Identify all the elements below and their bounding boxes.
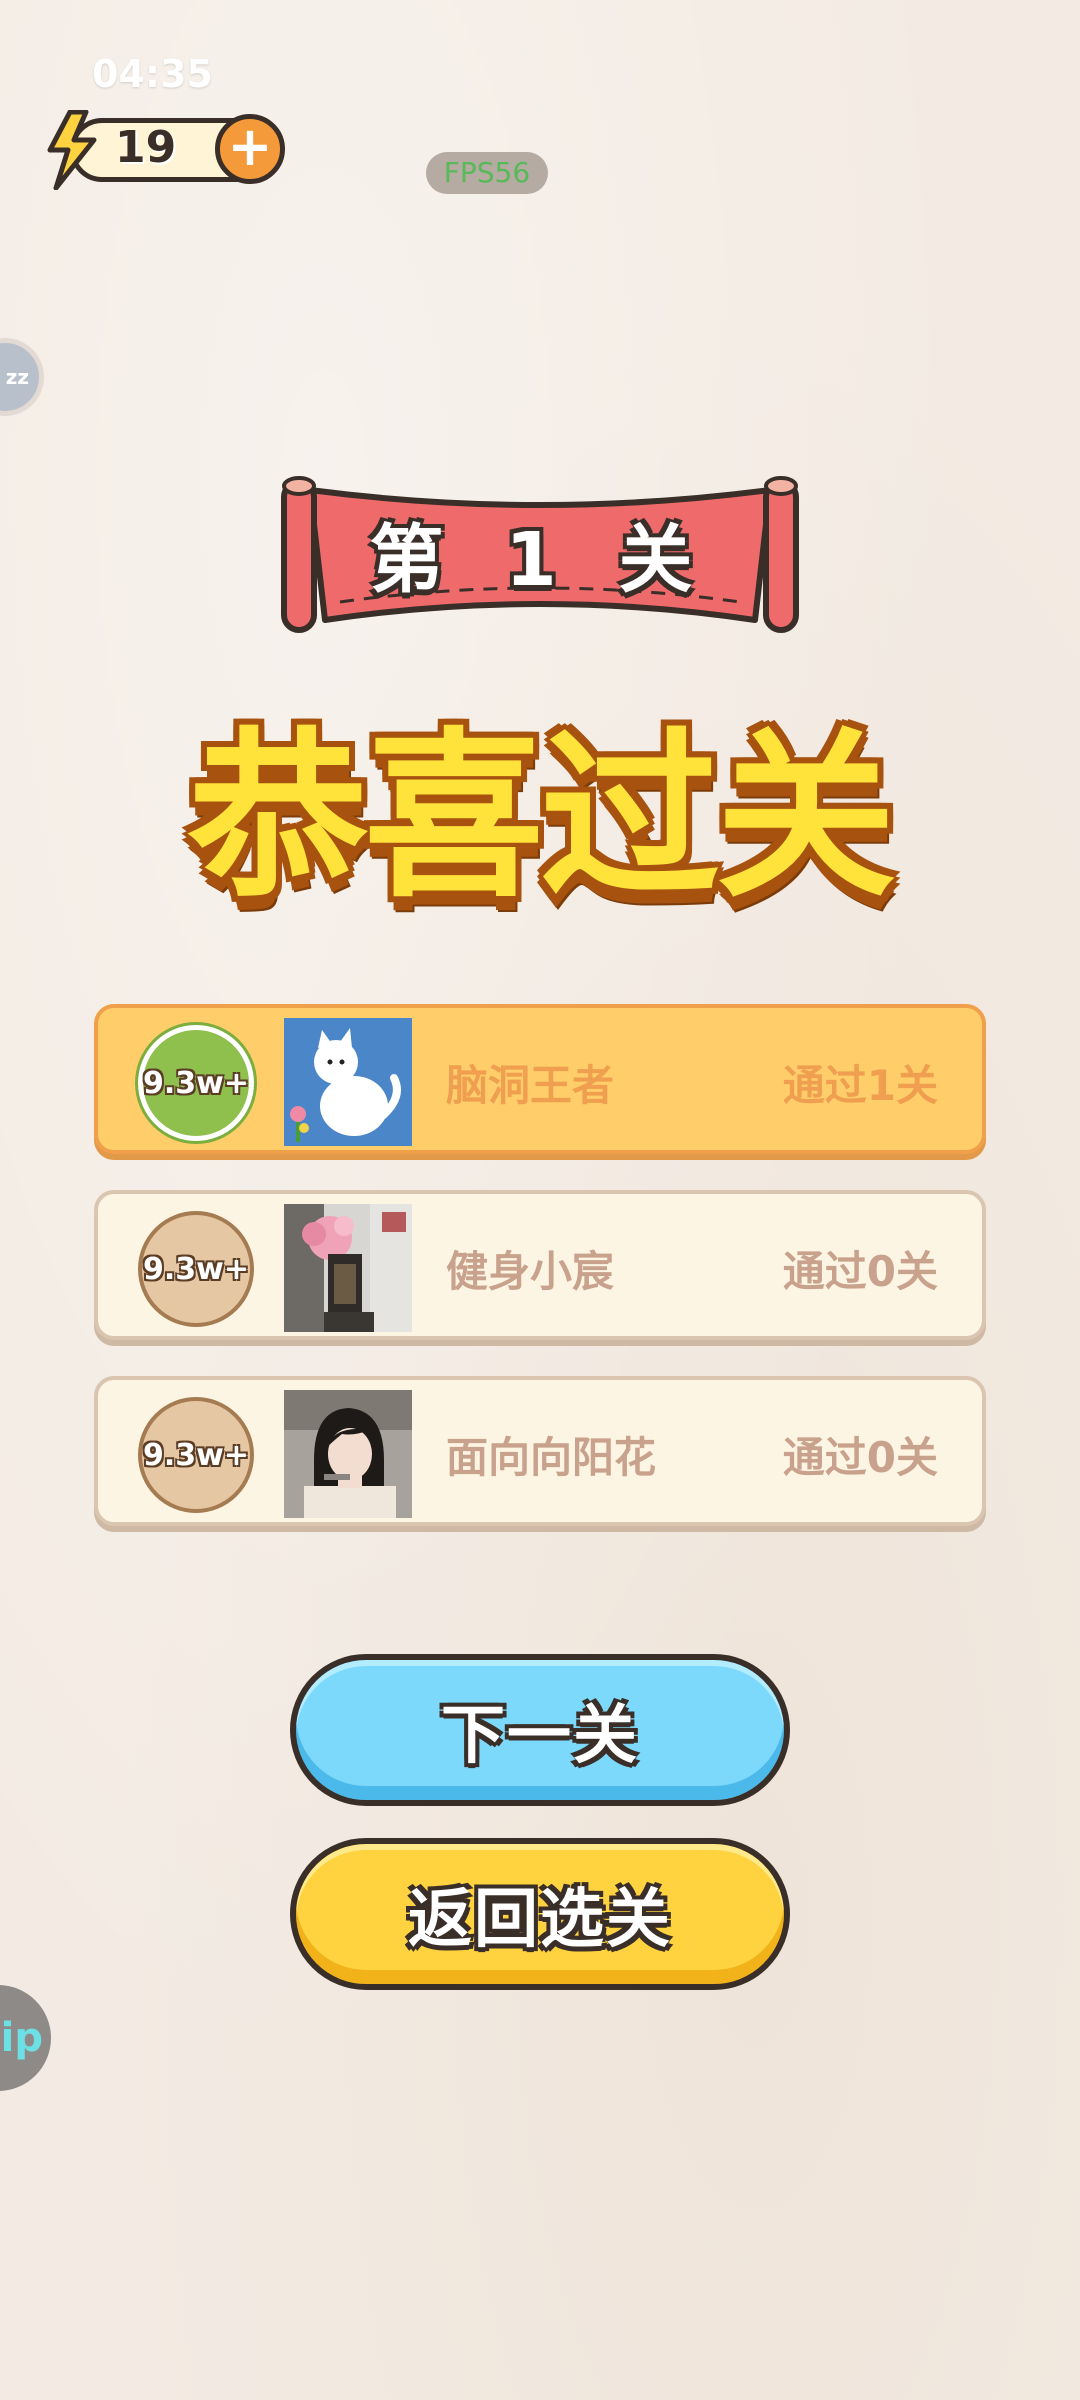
level-banner: 第 1 关 (280, 470, 800, 640)
player-name: 脑洞王者 (446, 1061, 615, 1110)
rank-badge: 9.3w+ (138, 1025, 254, 1141)
flower-photo-avatar (284, 1204, 412, 1332)
girl-photo-avatar (284, 1390, 412, 1518)
add-energy-button[interactable]: + (215, 114, 285, 184)
congrats-title: 恭喜过关 (187, 713, 896, 922)
energy-counter: 19 + (40, 110, 290, 190)
back-to-levels-button[interactable]: 返回选关 (290, 1838, 790, 1990)
energy-count: 19 (115, 122, 177, 173)
rank-badge: 9.3w+ (138, 1397, 254, 1513)
next-level-button[interactable]: 下一关 (290, 1654, 790, 1806)
player-name: 面向向阳花 (446, 1433, 657, 1482)
lightning-icon (47, 110, 97, 190)
white-cat-avatar (284, 1018, 412, 1146)
level-title: 第 1 关 (369, 517, 711, 603)
ranking-row: 9.3w+ 脑洞王者 通过1关 (94, 1004, 986, 1154)
player-progress: 通过0关 (782, 1433, 938, 1482)
back-to-levels-label: 返回选关 (408, 1883, 672, 1957)
player-name: 健身小宸 (446, 1247, 615, 1296)
level-complete-screen: 04:35 19 + FPS56 zz ip 第 1 关 恭喜过关 9.3w+ (0, 0, 1080, 2400)
ranking-row: 9.3w+ 健身小宸 通过0关 (94, 1190, 986, 1340)
side-float-button[interactable]: zz (0, 338, 44, 416)
ranking-list: 9.3w+ 脑洞王者 通过1关 9.3w+ 健身小宸 通过0关 9.3w+ 面向… (94, 1004, 986, 1562)
player-progress: 通过1关 (782, 1061, 938, 1110)
plus-icon: + (227, 115, 273, 178)
next-level-label: 下一关 (441, 1699, 639, 1773)
ranking-row: 9.3w+ 面向向阳花 通过0关 (94, 1376, 986, 1526)
side-help-button[interactable]: ip (0, 1985, 51, 2091)
status-clock: 04:35 (92, 52, 213, 96)
fps-indicator: FPS56 (426, 152, 548, 194)
rank-badge: 9.3w+ (138, 1211, 254, 1327)
player-progress: 通过0关 (782, 1247, 938, 1296)
